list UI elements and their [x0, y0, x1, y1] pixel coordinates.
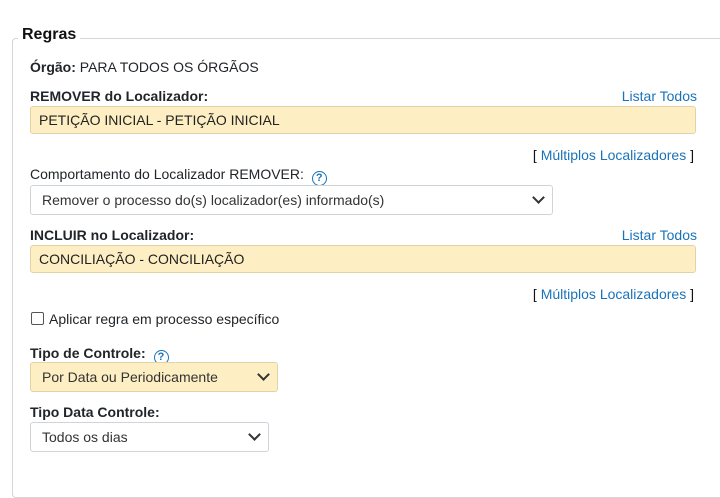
tipo-controle-selected: Por Data ou Periodicamente — [42, 369, 218, 385]
incluir-label: INCLUIR no Localizador: — [30, 227, 195, 243]
tipo-data-controle-selected: Todos os dias — [42, 429, 128, 445]
bracket-open: [ — [532, 147, 537, 163]
remover-localizador-input[interactable]: PETIÇÃO INICIAL - PETIÇÃO INICIAL — [30, 106, 696, 134]
comportamento-selected: Remover o processo do(s) localizador(es)… — [42, 192, 385, 208]
incluir-listar-todos-link[interactable]: Listar Todos — [622, 227, 697, 243]
orgao-label: Órgão: — [30, 59, 76, 75]
orgao-value: PARA TODOS OS ÓRGÃOS — [79, 59, 259, 75]
comportamento-label: Comportamento do Localizador REMOVER: — [30, 166, 304, 182]
comportamento-select[interactable]: Remover o processo do(s) localizador(es)… — [30, 185, 553, 215]
section-title: Regras — [18, 26, 81, 44]
chevron-down-icon — [257, 368, 270, 381]
incluir-localizador-input[interactable]: CONCILIAÇÃO - CONCILIAÇÃO — [30, 245, 696, 273]
help-icon[interactable]: ? — [311, 171, 327, 186]
tipo-data-controle-label: Tipo Data Controle: — [30, 404, 160, 420]
aplicar-regra-checkbox[interactable] — [31, 312, 44, 325]
bracket-open: [ — [532, 286, 537, 302]
bracket-close: ] — [690, 147, 694, 163]
orgao-row: Órgão: PARA TODOS OS ÓRGÃOS — [30, 58, 259, 76]
tipo-data-controle-select[interactable]: Todos os dias — [30, 422, 269, 452]
bracket-close: ] — [690, 286, 694, 302]
tipo-controle-label: Tipo de Controle: — [30, 345, 146, 361]
remover-multiplos-wrapper: [ Múltiplos Localizadores ] — [533, 146, 694, 164]
incluir-multiplos-wrapper: [ Múltiplos Localizadores ] — [533, 285, 694, 303]
remover-multiplos-localizadores-link[interactable]: Múltiplos Localizadores — [541, 147, 687, 163]
chevron-down-icon — [248, 428, 261, 441]
tipo-controle-select[interactable]: Por Data ou Periodicamente — [30, 362, 278, 392]
remover-listar-todos-link[interactable]: Listar Todos — [622, 88, 697, 104]
incluir-multiplos-localizadores-link[interactable]: Múltiplos Localizadores — [541, 286, 687, 302]
remover-label: REMOVER do Localizador: — [30, 88, 209, 104]
chevron-down-icon — [532, 191, 545, 204]
aplicar-regra-label[interactable]: Aplicar regra em processo específico — [49, 310, 279, 328]
comportamento-row: Comportamento do Localizador REMOVER: ? — [30, 165, 327, 186]
